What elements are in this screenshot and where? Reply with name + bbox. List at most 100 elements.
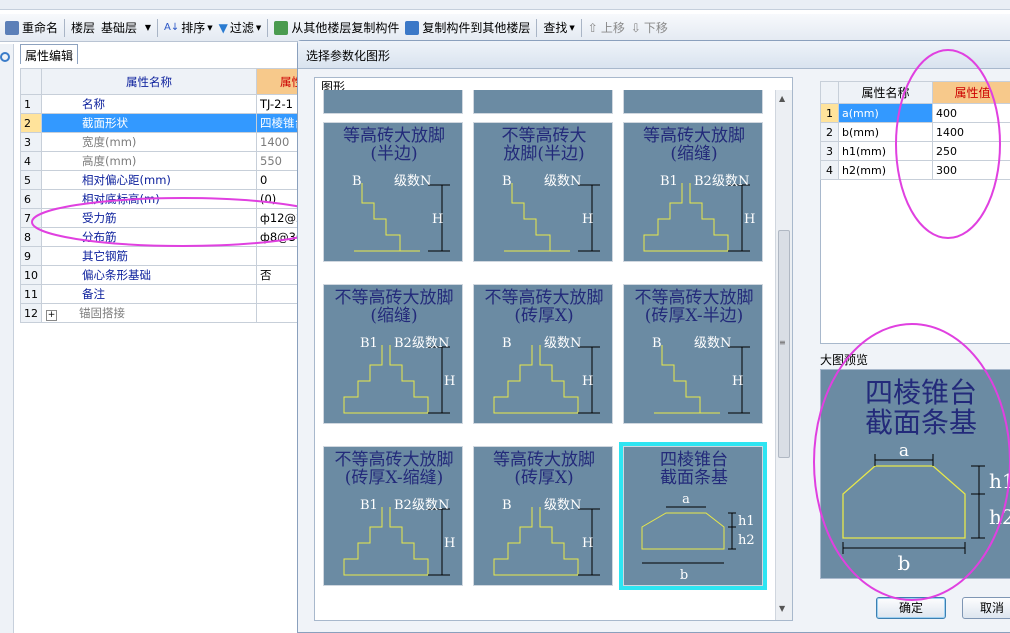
shape-tile[interactable]: 四棱锥台 截面条基 a b h1 h2 [619,442,767,590]
copy-from-floor-button[interactable]: 从其他楼层复制构件 [271,17,402,39]
tile-label-b: B [502,174,512,189]
header-num [820,81,839,104]
left-dock-strip [0,44,14,633]
shape-tile-partial[interactable] [623,90,763,114]
tile-label-n: 级数N [712,174,749,189]
filter-button[interactable]: ▼ 过滤 ▼ [216,17,265,39]
toolbar-separator [64,18,66,37]
tile-drawing: B 级数N H [502,174,600,252]
header-name: 属性名称 [41,68,257,95]
tile-label-n: 级数N [544,174,581,189]
shape-tile[interactable]: 等高砖大放脚 (砖厚X) B 级数N H [473,446,613,586]
tile-drawing: B1 B2 级数N H [343,336,455,414]
row-number: 2 [20,113,42,133]
tile-label-h: H [744,212,755,227]
property-name: 偏心条形基础 [41,265,257,285]
tile-label-b: B1 [660,174,678,189]
scroll-down-icon[interactable]: ▼ [779,604,785,613]
chevron-down-icon: ▼ [255,23,262,32]
sort-button[interactable]: A↓ 排序 ▼ [161,17,216,39]
table-row[interactable]: 12 + 锚固搭接 [20,303,327,323]
floor-select[interactable]: 基础层 ▼ [98,17,154,39]
shape-tile[interactable]: 不等高砖大放脚 (砖厚X-缩缝) B1 B2 级数N H [323,446,463,586]
find-button[interactable]: 查找 ▼ [540,17,577,39]
table-row[interactable]: 1 名称 TJ-2-1 [20,94,327,114]
property-name: 截面形状 [41,113,257,133]
row-number: 4 [20,151,42,171]
row-number: 5 [20,170,42,190]
table-row[interactable]: 4 高度(mm) 550 [20,151,327,171]
tile-label-n: 级数N [694,336,731,351]
expand-icon[interactable]: + [46,310,57,321]
gallery-scrollbar[interactable]: ▲ ≡ ▼ [775,90,792,620]
dock-icon[interactable] [0,52,10,62]
scroll-grip-icon: ≡ [779,338,786,347]
table-row[interactable]: 10 偏心条形基础否 [20,265,327,285]
arrow-down-icon: ⇩ [630,20,641,35]
tile-label-b: B [352,174,362,189]
annotation-ellipse [895,49,1001,239]
chevron-down-icon: ▼ [569,23,575,32]
scroll-up-icon[interactable]: ▲ [779,94,785,103]
shape-tile-partial[interactable] [323,90,463,114]
table-row[interactable]: 2 截面形状 四棱锥台截 [20,113,327,133]
row-number: 11 [20,284,42,304]
row-number: 4 [820,160,839,180]
property-name-text: 名称 [82,97,105,111]
shape-tile[interactable]: 不等高砖大放脚 (砖厚X-半边) B 级数N H [623,284,763,424]
property-name: 相对偏心距(mm) [41,170,257,190]
arrow-up-icon: ⇧ [587,20,598,35]
rename-button[interactable]: 重命名 [2,17,61,39]
row-number: 3 [20,132,42,152]
tile-label-n: 级数N [412,498,449,513]
shape-tile[interactable]: 不等高砖大放脚 (缩缝) B1 B2 级数N H [323,284,463,424]
table-row[interactable]: 5 相对偏心距(mm) 0 [20,170,327,190]
move-up-button[interactable]: ⇧ 上移 [585,17,628,39]
row-number: 10 [20,265,42,285]
annotation-ellipse [813,323,1010,601]
shape-tile[interactable]: 等高砖大放脚 (缩缝) B1 B2 级数N H [623,122,763,262]
table-row[interactable]: 11 备注 [20,284,327,304]
property-name-text: 相对偏心距(mm) [82,173,171,187]
row-number: 2 [820,122,839,142]
tile-label-a: a [682,492,690,507]
tile-label-h: H [432,212,443,227]
property-name-text: 锚固搭接 [79,306,125,320]
table-row[interactable]: 3 宽度(mm) 1400 [20,132,327,152]
tile-label-b2: B2 [694,174,712,189]
tile-label-n: 级数N [394,174,431,189]
tile-label-b: B [502,498,512,513]
shape-tile-partial[interactable] [473,90,613,114]
tile-label-n: 级数N [412,336,449,351]
property-name-text: 宽度(mm) [82,135,137,149]
property-name-text: 备注 [82,287,105,301]
row-number: 12 [20,303,42,323]
copy-to-floor-button[interactable]: 复制构件到其他楼层 [402,17,533,39]
tile-label-h2: h2 [738,533,755,548]
shape-tile[interactable]: 等高砖大放脚 (半边) B 级数N H [323,122,463,262]
tile-label-h: H [444,536,455,551]
tile-drawing: B 级数N H [493,498,600,576]
tile-label-b2: B2 [394,336,412,351]
tile-label-b: B1 [360,336,378,351]
copy-icon [405,20,420,35]
toolbar-separator [580,18,582,37]
tile-label-b: B [502,336,512,351]
shape-tile[interactable]: 不等高砖大放脚 (砖厚X) B 级数N H [473,284,613,424]
main-toolbar: 重命名 楼层 基础层 ▼ A↓ 排序 ▼ ▼ 过滤 ▼ 从其他楼层复制构件 复制构件到其他… [0,14,1010,42]
tile-drawing: a b h1 h2 [641,492,755,583]
property-name: 备注 [41,284,257,304]
tile-label-h: H [582,536,593,551]
shape-tile[interactable]: 不等高砖大 放脚(半边) B 级数N H [473,122,613,262]
property-name-text: 截面形状 [82,116,128,130]
property-name: 宽度(mm) [41,132,257,152]
tile-drawing: B 级数N H [493,336,600,414]
copy-icon [274,20,289,35]
shape-gallery: 等高砖大放脚 (半边) B 级数N H 不等高砖大 放脚(半边) B 级数N H 等高砖大放脚 (缩缝… [315,90,775,620]
tile-drawing: B 级数N H [352,174,450,252]
shape-group: 图形 等高砖大放脚 (半边) B 级数N H 不等高砖大 放脚(半边) B 级数N H 等高砖大放脚… [314,77,793,621]
tile-label-n: 级数N [544,336,581,351]
tab-property-edit[interactable]: 属性编辑 [20,44,78,64]
tile-drawing: B1 B2 级数N H [643,174,755,252]
move-down-button[interactable]: ⇩ 下移 [628,17,671,39]
